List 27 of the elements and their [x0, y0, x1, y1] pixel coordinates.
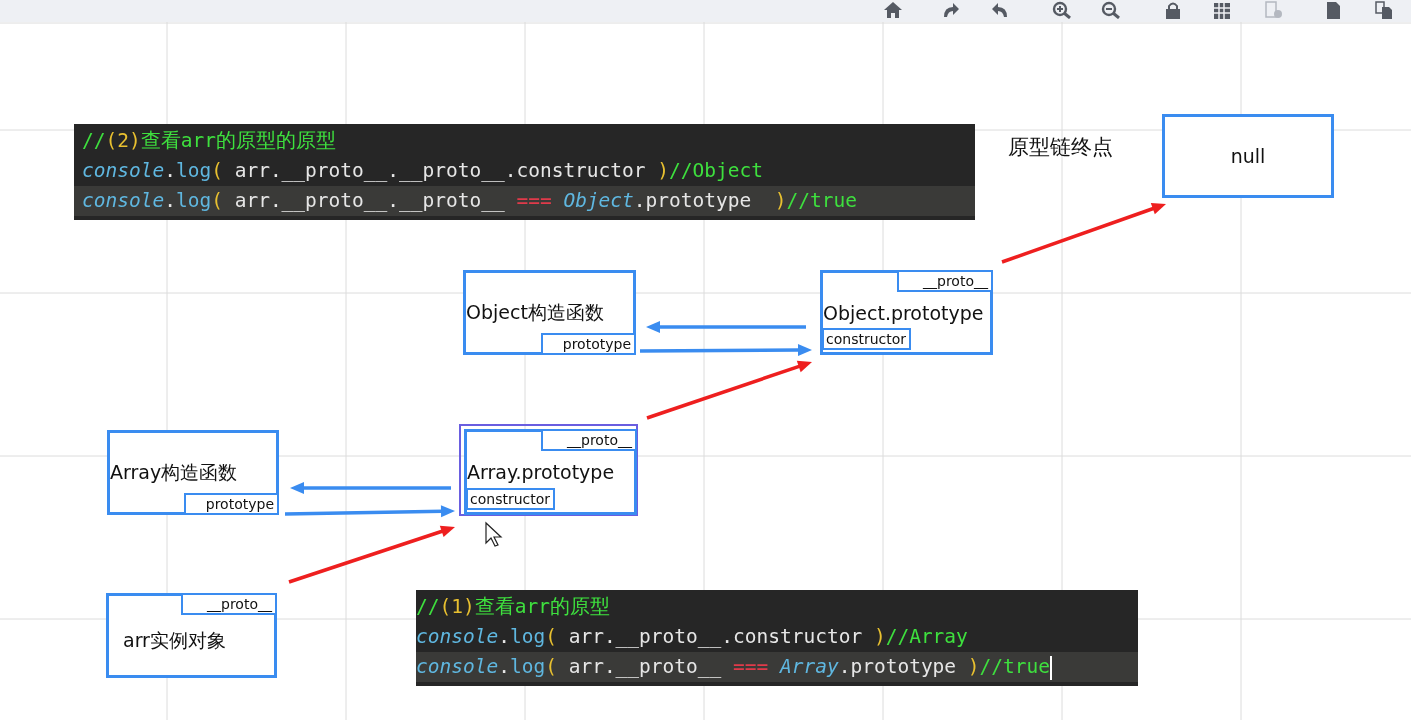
code-line: console.log( arr.__proto__.constructor )//Array [416, 624, 969, 650]
node-label: Object.prototype [823, 301, 984, 324]
property-tag: __proto__ [541, 429, 637, 451]
node-label: null [1230, 145, 1266, 167]
mouse-pointer-icon [485, 521, 503, 547]
node-label: arr实例对象 [123, 627, 226, 653]
grid-icon[interactable] [1212, 1, 1232, 19]
home-icon[interactable] [883, 1, 903, 19]
redo-icon[interactable] [941, 1, 961, 19]
property-tag: prototype [184, 493, 279, 515]
copy-icon[interactable] [1374, 1, 1394, 19]
chain-end-label: 原型链终点 [1008, 134, 1113, 161]
node-label: Object构造函数 [466, 299, 604, 325]
property-tag: prototype [541, 333, 636, 355]
code-line: console.log( arr.__proto__.__proto__.constructor )//Object [81, 158, 764, 184]
zoom-in-icon[interactable] [1052, 1, 1072, 19]
undo-icon[interactable] [990, 1, 1010, 19]
property-tag: constructor [466, 488, 556, 510]
property-tag: __proto__ [181, 593, 277, 615]
property-tag: __proto__ [897, 270, 993, 292]
code-line: //(2)查看arr的原型的原型 [81, 128, 337, 154]
node-label: Array.prototype [467, 461, 615, 483]
node-label: Array构造函数 [110, 459, 238, 485]
zoom-out-icon[interactable] [1101, 1, 1121, 19]
lock-icon[interactable] [1163, 1, 1183, 19]
property-tag: constructor [822, 328, 912, 350]
code-line: //(1)查看arr的原型 [416, 594, 611, 620]
